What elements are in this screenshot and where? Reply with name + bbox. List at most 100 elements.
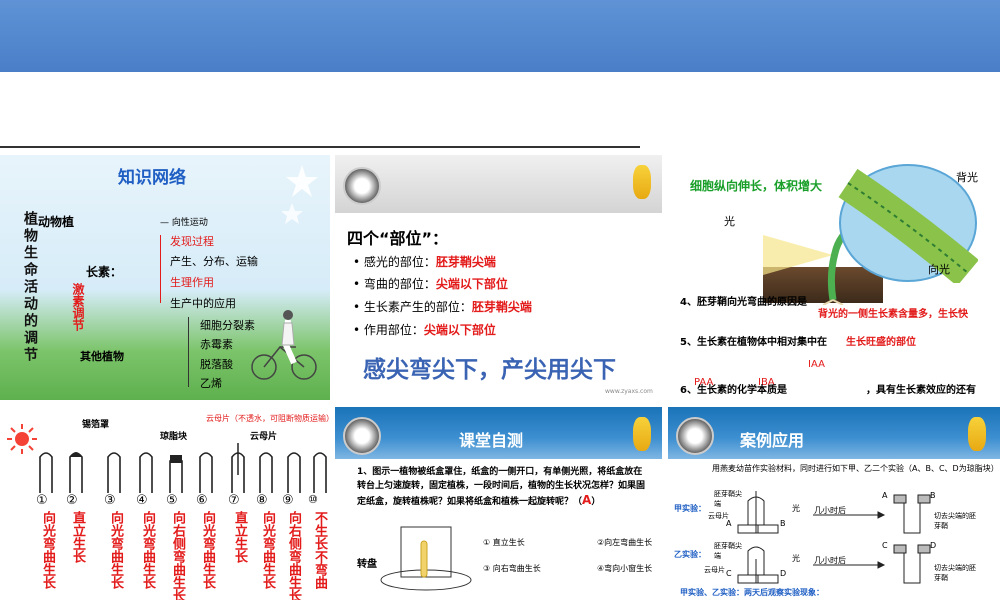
dandelion-icon [343,417,381,455]
corn-icon [633,165,651,199]
slide1-title: 知识网络 [118,168,186,188]
slide2-row-label: 感光的部位： [363,255,436,269]
slide1-top-branch: 动物植 [38,215,75,229]
slide5-option-2: ②向左弯曲生长 [597,538,653,547]
number-7: ⑦ [228,493,240,508]
bracket-1 [160,235,167,303]
slide3-caption: 细胞纵向伸长，体积增大 [690,177,822,194]
slide1-item-transport: 产生、分布、运输 [170,255,258,268]
slide1-other: 其他植物 [80,350,124,363]
label-agar: 琼脂块 [160,432,188,442]
number-2: ② [66,493,78,508]
result-5: 向右侧弯曲生长 [170,511,185,600]
slide3-label-toward: 向光 [928,263,950,276]
slide2-row-1: • 感光的部位：胚芽鞘尖端 [353,255,496,269]
result-4: 向光弯曲生长 [140,511,155,589]
slide6-cut-2: 切去尖端的胚芽鞘 [934,564,976,582]
slide3-a-iaa: IAA [808,359,825,370]
slide2-header [335,155,662,213]
result-8: 向光弯曲生长 [260,511,275,589]
slide1-vertical-title: 植物生命活动的调节 [22,211,38,364]
slide1-top-right: — 向性运动 [160,218,208,228]
slide1-hormone: 激素调节 [71,283,85,331]
slide6-intro-text: 用燕麦幼苗作实验材料，同时进行如下甲、乙二个实验（A、B、C、D为琼脂块） [712,464,999,473]
slide1-other-2: 赤霉素 [200,338,233,351]
slide2-footer: www.zyaxs.com [605,388,653,395]
slide2-row-2: • 弯曲的部位：尖端以下部位 [353,277,508,291]
result-7: 直立生长 [232,511,247,563]
slide6-block-b: B [780,519,786,528]
slide3-a5: 生长旺盛的部位 [846,337,916,348]
number-8: ⑧ [256,493,268,508]
slide3-caption-a: 细胞纵向伸长， [690,179,775,193]
slide6-block-d: D [780,569,787,578]
slide5-option-1: ① 直立生长 [483,538,525,547]
slide-experiments[interactable]: 锡箔罩 琼脂块 云母片 云母片（不透水，可阻断物质运输） ① ② ③ ④ ⑤ ⑥… [0,407,330,600]
label-foil-cap: 锡箔罩 [82,420,110,430]
slide6-light-1: 光 [792,504,800,513]
slide4-note: 云母片（不透水，可阻断物质运输） [206,413,330,425]
slide1-other-3: 脱落酸 [200,358,233,371]
slide2-row-4: • 作用部位：尖端以下部位 [353,323,496,337]
slide2-row-3: • 生长素产生的部位：胚芽鞘尖端 [353,300,532,314]
slide5-turntable-label: 转盘 [357,559,377,570]
slide2-row-value: 尖端以下部位 [423,323,496,337]
slide2-slogan: 感尖弯尖下，产尖用尖下 [363,357,616,383]
slide3-a4: 背光的一侧生长素含量多，生长快 [818,309,968,320]
result-9: 向右侧弯曲生长 [286,511,301,600]
dandelion-icon [343,167,381,205]
number-1: ① [36,493,48,508]
slide-four-parts[interactable]: 四个“部位”： • 感光的部位：胚芽鞘尖端 • 弯曲的部位：尖端以下部位 • 生… [335,155,662,400]
slide6-hours-2: 几小时后 [814,556,846,565]
slide2-row-label: 生长素产生的部位： [363,300,472,314]
corn-icon [633,417,651,451]
coleoptile-diagram [39,443,327,493]
slide-growth-cell[interactable]: 细胞纵向伸长，体积增大 光 背光 向光 4、胚芽鞘向光弯曲的原因是 背光的一侧生… [668,155,1000,400]
number-3: ③ [104,493,116,508]
slide4-note-text: 云母片（不透水，可阻断物质运输） [206,414,330,423]
slide3-q6b: ，具有生长素效应的还有 [866,385,976,396]
slide3-q4: 4、胚芽鞘向光弯曲的原因是 [680,297,807,308]
slide3-q5: 5、生长素在植物体中相对集中在 [680,337,827,348]
result-2: 直立生长 [70,511,85,563]
slide2-row-value: 胚芽鞘尖端 [435,255,496,269]
slide3-caption-b: 体积增大 [774,179,823,193]
slide-self-test[interactable]: 课堂自测 1、图示一植物被纸盒罩住，纸盒的一侧开口，有单侧光照，将纸盒放在转台上… [335,407,662,600]
slide1-item-function: 生理作用 [170,276,214,289]
slide6-block-b2: B [930,491,936,500]
slide6-hours-1: 几小时后 [814,506,846,515]
slide1-growth: 长素： [86,265,123,279]
slide6-block-a2: A [882,491,888,500]
result-10: 不生长不弯曲 [312,511,327,589]
result-3: 向光弯曲生长 [108,511,123,589]
cyclist-image [251,310,317,380]
corn-icon [968,417,986,451]
slide6-block-d2: D [930,541,937,550]
slide6-block-c2: C [882,541,888,550]
top-banner [0,0,1000,72]
slide5-close: ） [591,497,601,507]
slide-knowledge-network[interactable]: 知识网络 植物生命活动的调节 动物植 — 向性运动 长素： 激素调节 发现过程 … [0,155,330,400]
dandelion-icon [676,417,714,455]
slide6-header [668,407,1000,459]
slide2-row-value: 胚芽鞘尖端 [471,300,532,314]
slide6-block-c: C [726,569,732,578]
turntable-diagram [380,526,472,591]
bracket-2 [188,317,195,387]
divider-line [0,146,640,148]
slide5-question: 1、图示一植物被纸盒罩住，纸盒的一侧开口，有单侧光照，将纸盒放在转台上匀速旋转，… [357,465,645,509]
slide1-other-1: 细胞分裂素 [200,319,255,332]
slide6-footer: 甲实验、乙实验：两天后观察实验现象： [680,588,824,597]
slide2-row-value: 尖端以下部位 [435,277,508,291]
slide3-label-light: 光 [724,215,735,228]
slide-case-study[interactable]: 案例应用 用燕麦幼苗作实验材料，同时进行如下甲、乙二个实验（A、B、C、D为琼脂… [668,407,1000,600]
slide6-title: 案例应用 [740,431,805,450]
number-9: ⑨ [282,493,294,508]
slide5-title: 课堂自测 [459,431,524,450]
number-5: ⑤ [166,493,178,508]
slide6-intro: 用燕麦幼苗作实验材料，同时进行如下甲、乙二个实验（A、B、C、D为琼脂块） [682,463,999,475]
slide2-row-label: 弯曲的部位： [363,277,436,291]
number-6: ⑥ [196,493,208,508]
slide6-light-2: 光 [792,554,800,563]
number-10: ⑩ [308,493,318,506]
